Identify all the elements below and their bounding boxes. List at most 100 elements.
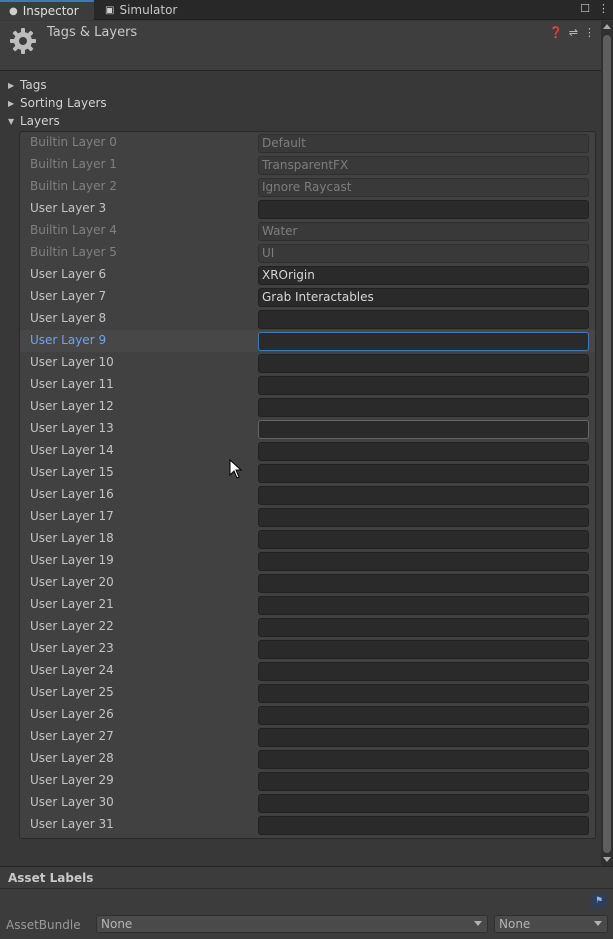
layer-row: User Layer 16 bbox=[20, 484, 595, 506]
scroll-thumb[interactable] bbox=[603, 35, 611, 853]
layer-name-field[interactable] bbox=[258, 728, 589, 747]
layer-row: User Layer 19 bbox=[20, 550, 595, 572]
layer-row: User Layer 24 bbox=[20, 660, 595, 682]
layer-row: Builtin Layer 1 TransparentFX bbox=[20, 154, 595, 176]
layer-name-field[interactable] bbox=[258, 508, 589, 527]
layer-name-field: TransparentFX bbox=[258, 156, 589, 175]
layer-label: User Layer 13 bbox=[30, 421, 114, 435]
layer-name-field[interactable] bbox=[258, 662, 589, 681]
layer-name-field[interactable] bbox=[258, 552, 589, 571]
gear-icon bbox=[10, 28, 36, 54]
scroll-up-arrow-icon[interactable] bbox=[603, 24, 611, 29]
layer-name-field[interactable] bbox=[258, 530, 589, 549]
layer-label: User Layer 7 bbox=[30, 289, 107, 303]
inspector-header: Tags & Layers ❓ ⇌ ⋮ bbox=[0, 21, 601, 71]
vertical-scrollbar[interactable] bbox=[601, 21, 613, 866]
layer-name-field[interactable] bbox=[258, 618, 589, 637]
layer-label: User Layer 29 bbox=[30, 773, 114, 787]
tab-inspector[interactable]: ● Inspector bbox=[0, 0, 94, 20]
assetbundle-variant-dropdown[interactable]: None bbox=[494, 915, 608, 933]
layer-label: User Layer 26 bbox=[30, 707, 114, 721]
layer-name-field[interactable] bbox=[258, 750, 589, 769]
layer-label: User Layer 21 bbox=[30, 597, 114, 611]
scroll-down-arrow-icon[interactable] bbox=[603, 857, 611, 862]
layer-label: Builtin Layer 1 bbox=[30, 157, 117, 171]
help-icon[interactable]: ❓ bbox=[549, 26, 563, 39]
layer-label: User Layer 16 bbox=[30, 487, 114, 501]
mouse-cursor-icon bbox=[229, 459, 243, 479]
foldout-tags-label: Tags bbox=[20, 78, 47, 92]
lock-icon[interactable]: ☐ bbox=[580, 2, 590, 15]
layer-row: User Layer 10 bbox=[20, 352, 595, 374]
layer-label: Builtin Layer 5 bbox=[30, 245, 117, 259]
layer-row: User Layer 29 bbox=[20, 770, 595, 792]
layer-name-field[interactable] bbox=[258, 200, 589, 219]
layer-label: User Layer 3 bbox=[30, 201, 107, 215]
layer-name-field[interactable] bbox=[258, 310, 589, 329]
context-menu-icon[interactable]: ⋮ bbox=[584, 26, 595, 39]
layer-label: User Layer 19 bbox=[30, 553, 114, 567]
expanded-triangle-icon: ▼ bbox=[8, 116, 15, 126]
layer-name-field[interactable]: XROrigin bbox=[258, 266, 589, 285]
layer-label: User Layer 15 bbox=[30, 465, 114, 479]
layer-name-field[interactable] bbox=[258, 816, 589, 835]
collapsed-triangle-icon: ▶ bbox=[8, 98, 15, 108]
layer-row: User Layer 26 bbox=[20, 704, 595, 726]
layer-label: User Layer 18 bbox=[30, 531, 114, 545]
layer-row: User Layer 27 bbox=[20, 726, 595, 748]
layer-row: User Layer 7 Grab Interactables bbox=[20, 286, 595, 308]
layer-name-field[interactable] bbox=[258, 464, 589, 483]
tab-simulator-label: Simulator bbox=[119, 3, 178, 17]
layer-name-field[interactable] bbox=[258, 398, 589, 417]
layer-name-field[interactable] bbox=[258, 332, 589, 351]
foldout-sorting-layers[interactable]: ▶ Sorting Layers bbox=[8, 94, 107, 112]
layer-row: User Layer 11 bbox=[20, 374, 595, 396]
layer-row: User Layer 9 bbox=[20, 330, 595, 352]
layer-label: User Layer 10 bbox=[30, 355, 114, 369]
layer-label: Builtin Layer 4 bbox=[30, 223, 117, 237]
more-menu-icon[interactable]: ⋮ bbox=[598, 2, 609, 15]
presets-icon[interactable]: ⇌ bbox=[569, 26, 578, 39]
foldout-tags[interactable]: ▶ Tags bbox=[8, 76, 47, 94]
layer-label: User Layer 20 bbox=[30, 575, 114, 589]
layer-row: User Layer 23 bbox=[20, 638, 595, 660]
layer-name-field[interactable] bbox=[258, 706, 589, 725]
layer-name-field[interactable] bbox=[258, 596, 589, 615]
layer-label: User Layer 23 bbox=[30, 641, 114, 655]
layer-name-field[interactable] bbox=[258, 574, 589, 593]
layer-row: User Layer 13 bbox=[20, 418, 595, 440]
layer-label: User Layer 11 bbox=[30, 377, 114, 391]
layer-row: User Layer 6 XROrigin bbox=[20, 264, 595, 286]
layer-label: User Layer 31 bbox=[30, 817, 114, 831]
assetbundle-dropdown[interactable]: None bbox=[96, 915, 488, 933]
layer-name-field[interactable] bbox=[258, 354, 589, 373]
collapsed-triangle-icon: ▶ bbox=[8, 80, 15, 90]
layer-row: User Layer 28 bbox=[20, 748, 595, 770]
chevron-down-icon bbox=[594, 921, 602, 926]
layer-row: User Layer 17 bbox=[20, 506, 595, 528]
layer-row: Builtin Layer 0 Default bbox=[20, 132, 595, 154]
info-icon: ● bbox=[9, 5, 18, 17]
tab-simulator[interactable]: ▣ Simulator bbox=[96, 0, 186, 20]
layer-row: User Layer 3 bbox=[20, 198, 595, 220]
layer-row: User Layer 25 bbox=[20, 682, 595, 704]
layer-name-field[interactable] bbox=[258, 442, 589, 461]
layer-label: Builtin Layer 0 bbox=[30, 135, 117, 149]
layer-row: User Layer 21 bbox=[20, 594, 595, 616]
layer-name-field[interactable] bbox=[258, 640, 589, 659]
page-title: Tags & Layers bbox=[47, 25, 138, 40]
layer-row: User Layer 14 bbox=[20, 440, 595, 462]
layer-name-field[interactable] bbox=[258, 486, 589, 505]
layer-name-field[interactable] bbox=[258, 420, 589, 439]
layer-name-field[interactable] bbox=[258, 772, 589, 791]
layer-name-field[interactable] bbox=[258, 794, 589, 813]
tag-icon[interactable]: ⚑ bbox=[591, 894, 607, 908]
divider bbox=[0, 888, 613, 889]
foldout-layers[interactable]: ▼ Layers bbox=[8, 112, 60, 130]
layer-row: Builtin Layer 5 UI bbox=[20, 242, 595, 264]
layer-name-field[interactable] bbox=[258, 684, 589, 703]
layer-name-field[interactable] bbox=[258, 376, 589, 395]
layer-name-field[interactable]: Grab Interactables bbox=[258, 288, 589, 307]
tab-bar: ● Inspector ▣ Simulator ☐ ⋮ bbox=[0, 0, 613, 20]
layer-label: User Layer 24 bbox=[30, 663, 114, 677]
